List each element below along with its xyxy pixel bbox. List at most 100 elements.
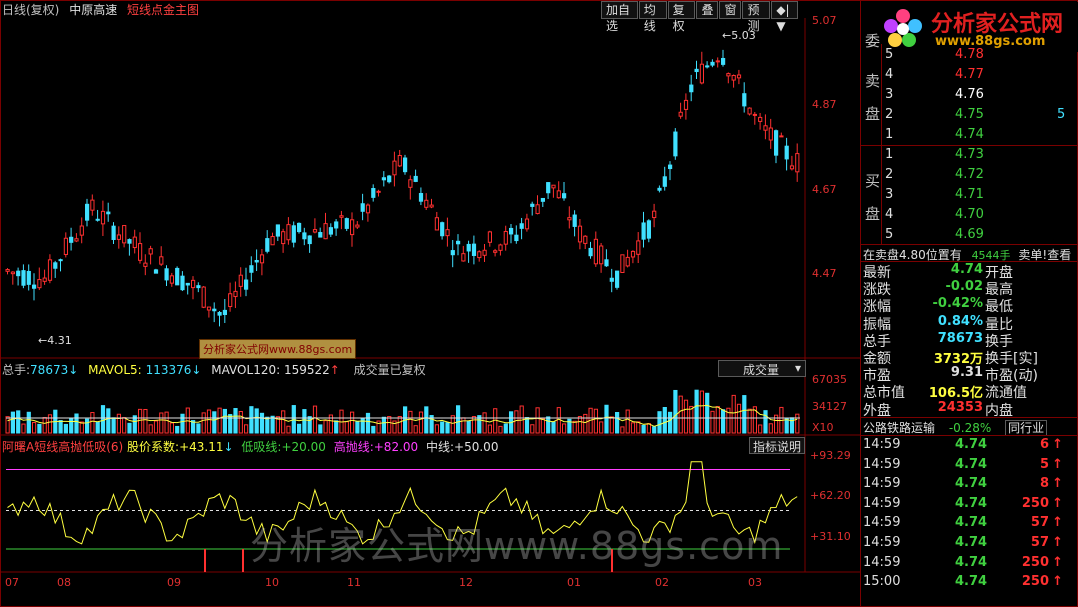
volume-bar: [63, 423, 69, 434]
candle-body: [334, 221, 339, 229]
volume-bar: [100, 405, 106, 434]
candle-body: [376, 190, 381, 193]
candle-body: [593, 238, 598, 265]
low-annotation: ←4.31: [38, 334, 72, 347]
x-tick-03: 03: [748, 576, 762, 589]
promo-badge[interactable]: 分析家公式网www.88gs.com: [199, 339, 357, 359]
x-tick-12: 12: [459, 576, 473, 589]
candle-body: [641, 222, 646, 240]
candle-body: [418, 193, 424, 202]
volume-bar: [397, 415, 402, 434]
price-tick-1: 5.07: [812, 14, 837, 27]
volume-bar: [583, 413, 588, 434]
buy-row[interactable]: 3 4.71: [861, 187, 1078, 207]
sell-level: 2: [885, 107, 894, 122]
sell-row[interactable]: 1 4.74: [861, 127, 1078, 147]
candle-body: [609, 277, 614, 282]
candle-body: [148, 248, 153, 255]
candle-body: [551, 184, 556, 189]
volume-bar: [471, 416, 477, 434]
buy-price: 4.73: [955, 147, 984, 162]
volume-series: [5, 389, 800, 434]
volume-bar: [95, 421, 100, 434]
candle-body: [445, 229, 450, 237]
candle-body: [47, 259, 53, 281]
volume-bar: [297, 423, 302, 434]
candle-body: [673, 131, 678, 157]
volume-bar: [678, 395, 683, 434]
buy-row[interactable]: 2 4.72: [861, 167, 1078, 187]
candle-body: [53, 262, 58, 269]
sell-level: 5: [885, 47, 894, 62]
volume-bar: [424, 406, 429, 434]
sell-row[interactable]: 4 4.77: [861, 67, 1078, 87]
candle-body: [201, 286, 206, 308]
volume-bar: [646, 423, 651, 434]
buy-row[interactable]: 4 4.70: [861, 207, 1078, 227]
indicator-help-button[interactable]: 指标说明: [749, 437, 805, 454]
candle-body: [90, 199, 95, 211]
buy-price: 4.69: [955, 227, 984, 242]
volume-bar: [259, 412, 265, 434]
candle-body: [312, 229, 318, 233]
volume-bar: [657, 411, 662, 434]
candle-body: [429, 204, 434, 208]
tick-row: 14:59 4.74 5 ↑: [863, 457, 1078, 476]
sector-row[interactable]: 公路铁路运输 -0.28% 同行业: [863, 419, 1078, 436]
ind-tick-3: +31.10: [810, 530, 851, 543]
volume-bar: [16, 410, 21, 434]
stat-value: 4.74: [950, 262, 983, 277]
buy-level: 2: [885, 167, 894, 182]
buy-row[interactable]: 1 4.73: [861, 147, 1078, 167]
up-arrow-icon: ↑: [1052, 476, 1063, 492]
sell-row[interactable]: 3 4.76: [861, 87, 1078, 107]
volume-bar: [540, 418, 545, 434]
volume-bar: [620, 426, 625, 434]
volume-bar: [413, 425, 418, 434]
tick-volume: 6: [1039, 437, 1049, 452]
tick-price: 4.74: [955, 515, 988, 531]
sell-level: 1: [885, 127, 894, 142]
sell-level: 4: [885, 67, 894, 82]
candle-body: [540, 197, 545, 202]
candle-body: [503, 230, 508, 245]
candle-body: [588, 247, 593, 257]
volume-bar: [212, 411, 217, 434]
stat-value: 106.5亿: [928, 386, 983, 402]
tick-row: 15:00 4.74 250 ↑: [863, 574, 1078, 593]
stat-row: 外盘 24353 内盘: [863, 400, 1078, 419]
volume-bar: [312, 405, 318, 434]
tick-price: 4.74: [955, 495, 988, 511]
ind-tick-1: +93.29: [810, 449, 851, 462]
volume-bar: [217, 407, 222, 434]
candle-body: [355, 224, 360, 228]
sell-row[interactable]: 2 4.75 5: [861, 107, 1078, 127]
candle-body: [456, 240, 461, 245]
candle-body: [42, 277, 47, 282]
candle-body: [736, 74, 742, 79]
volume-bar: [487, 424, 492, 434]
candle-body: [106, 211, 111, 215]
candle-body: [159, 256, 164, 265]
tick-time: 15:00: [863, 574, 901, 590]
volume-bar: [710, 410, 715, 434]
high-annotation: ←5.03: [722, 29, 756, 42]
sell-row[interactable]: 5 4.78: [861, 47, 1078, 67]
stat-row: 涨跌 -0.02 最高: [863, 279, 1078, 298]
candle-body: [731, 74, 736, 81]
candle-body: [132, 236, 137, 249]
price-tick-4: 4.47: [812, 267, 837, 280]
candle-body: [742, 93, 747, 107]
volume-bar: [5, 416, 10, 434]
volume-bar: [344, 421, 349, 434]
candle-body: [721, 57, 726, 65]
x-tick-09: 09: [167, 576, 181, 589]
sell-price: 4.75: [955, 107, 984, 122]
volume-bar: [795, 413, 800, 434]
volume-bar: [715, 406, 720, 434]
tick-price: 4.74: [955, 456, 988, 472]
candle-body: [85, 203, 90, 221]
volume-dropdown[interactable]: 成交量 ▾: [718, 360, 806, 377]
buy-price: 4.71: [955, 187, 984, 202]
tick-price: 4.74: [955, 554, 988, 570]
